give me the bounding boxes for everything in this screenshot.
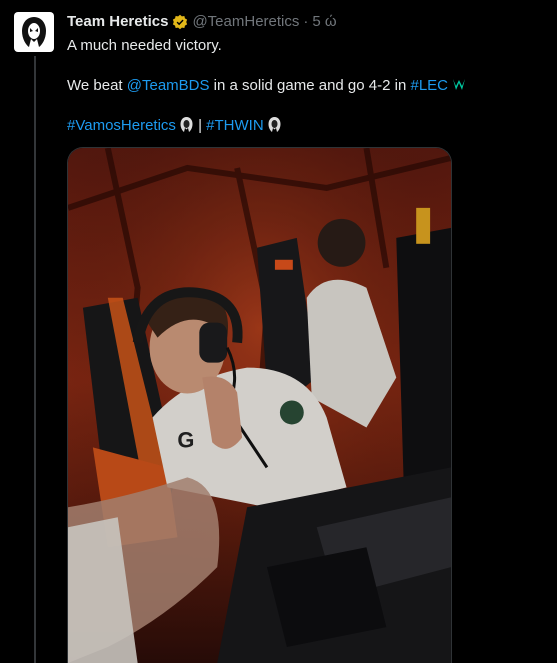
author-display-name[interactable]: Team Heretics [67, 12, 168, 32]
text-fragment: We beat [67, 77, 127, 94]
tweet-timestamp[interactable]: 5 ώ [312, 12, 336, 32]
lec-logo-icon [453, 79, 466, 90]
tweet-line-2: We beat @TeamBDS in a solid game and go … [67, 76, 547, 96]
esports-player-photo: G [68, 148, 451, 663]
author-avatar[interactable] [14, 12, 54, 52]
tweet-text: A much needed victory. We beat @TeamBDS … [67, 36, 547, 136]
tweet-line-1: A much needed victory. [67, 37, 222, 54]
thread-line [34, 56, 36, 663]
tweet-content: Team Heretics @TeamHeretics · 5 ώ A much… [67, 12, 547, 136]
tweet-line-3: #VamosHeretics | #THWIN [67, 116, 547, 136]
verified-badge-icon[interactable] [172, 14, 188, 30]
heretics-emoji-icon [180, 117, 193, 132]
text-fragment: | [193, 117, 207, 134]
heretics-emoji-icon [268, 117, 281, 132]
tweet-header: Team Heretics @TeamHeretics · 5 ώ [67, 12, 547, 32]
author-handle[interactable]: @TeamHeretics [192, 12, 299, 32]
text-fragment: in a solid game and go 4-2 in [209, 77, 411, 94]
separator-dot: · [303, 13, 309, 30]
hashtag-thwin-link[interactable]: #THWIN [206, 117, 264, 134]
hashtag-lec-link[interactable]: #LEC [410, 77, 448, 94]
tweet-media-photo[interactable]: G [67, 147, 452, 663]
hashtag-vamosheretics-link[interactable]: #VamosHeretics [67, 117, 176, 134]
mention-teambds-link[interactable]: @TeamBDS [127, 77, 210, 94]
heretics-logo-icon [22, 17, 46, 47]
